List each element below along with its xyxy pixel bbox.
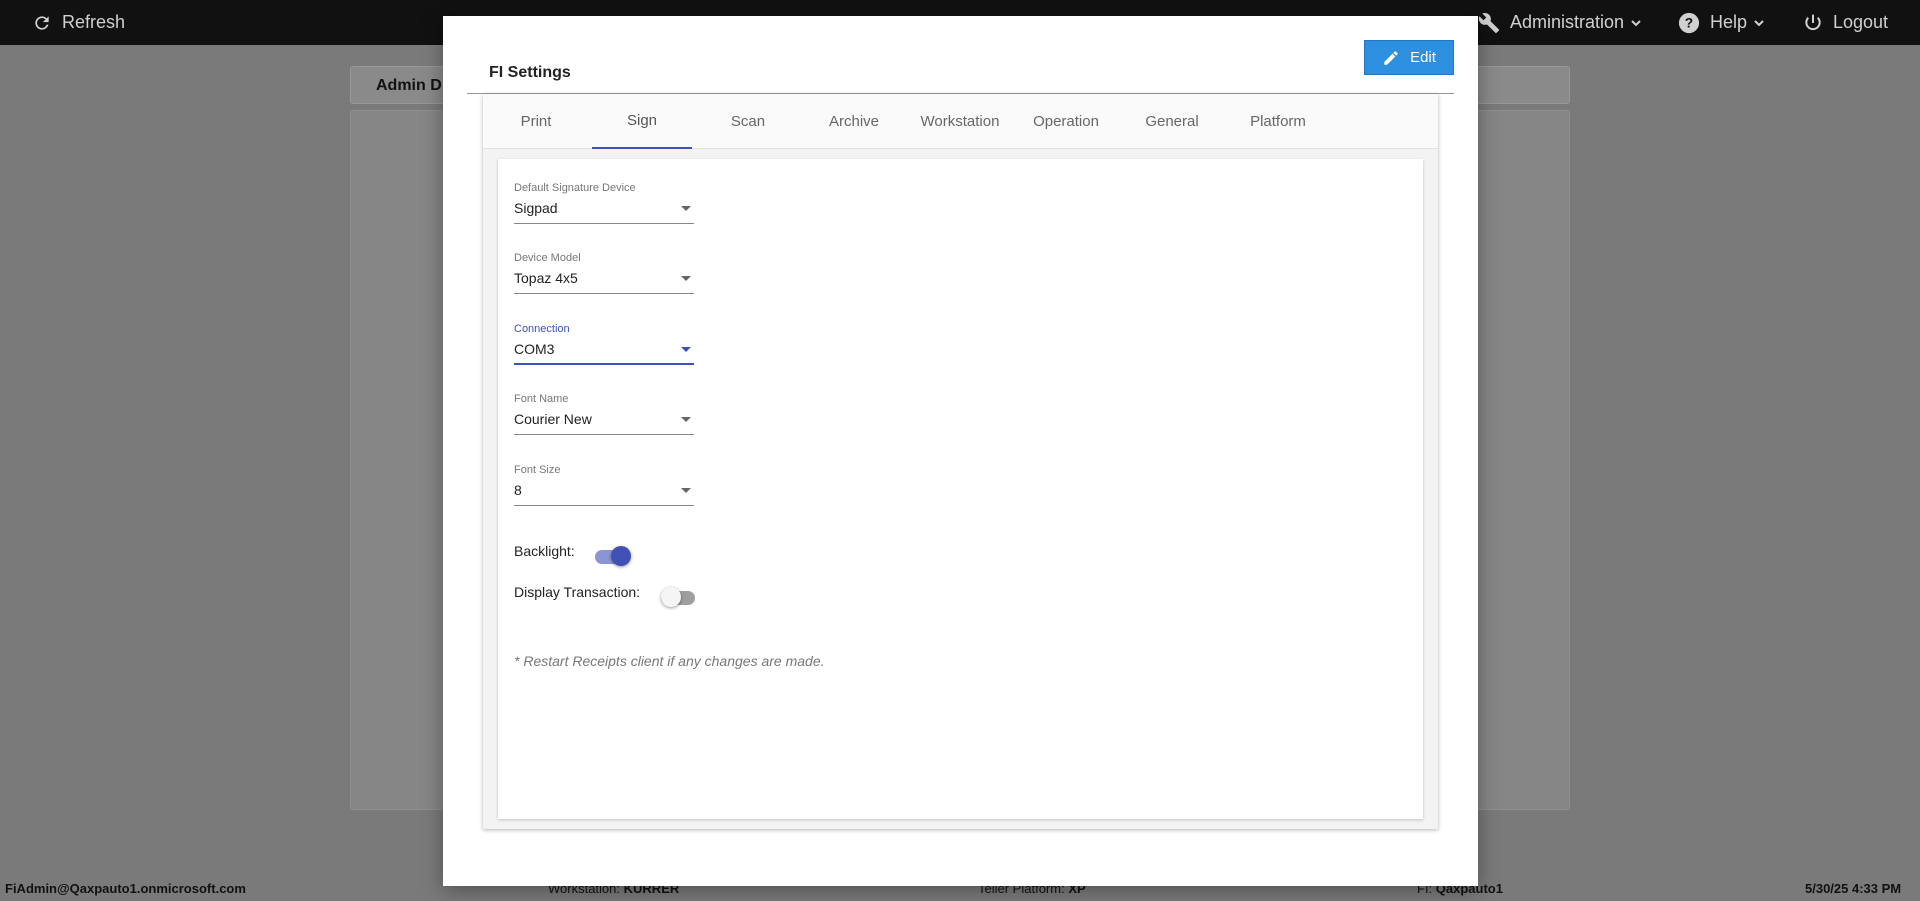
refresh-icon [35,15,49,30]
tab-scan[interactable]: Scan [698,94,798,149]
field-value: Topaz 4x5 [514,270,578,286]
restart-note: * Restart Receipts client if any changes… [514,653,825,669]
help-icon: ? [1678,12,1700,33]
pencil-icon [1384,50,1398,65]
dialog-header: FI Settings Edit [467,40,1454,94]
tab-print[interactable]: Print [486,94,586,149]
help-menu[interactable]: ? Help [1678,0,1775,45]
sign-settings-panel: Default Signature Device Sigpad Device M… [498,159,1423,819]
field-value: COM3 [514,341,555,357]
field-value: Sigpad [514,200,558,216]
toggle-knob [611,546,631,566]
fi-settings-dialog: FI Settings Edit Print Sign Scan Archive… [443,16,1478,886]
tab-sign[interactable]: Sign [592,94,692,149]
tab-archive[interactable]: Archive [804,94,904,149]
tab-workstation[interactable]: Workstation [910,94,1010,149]
default-signature-device-select[interactable]: Default Signature Device Sigpad [514,182,694,224]
help-label: Help [1710,12,1748,32]
tab-general[interactable]: General [1122,94,1222,149]
logout-button[interactable]: Logout [1803,0,1888,45]
logout-label: Logout [1833,12,1889,32]
field-label: Font Name [514,393,569,405]
power-icon [1805,14,1821,30]
field-value: Courier New [514,411,592,427]
wrench-icon [1478,12,1500,33]
device-model-select[interactable]: Device Model Topaz 4x5 [514,252,694,294]
tab-platform[interactable]: Platform [1228,94,1328,149]
dropdown-arrow-icon [681,276,691,281]
footer-datetime: 5/30/25 4:33 PM [1805,881,1902,896]
refresh-label: Refresh [62,12,126,32]
administration-label: Administration [1510,12,1625,32]
dialog-title: FI Settings [489,64,571,81]
dropdown-arrow-icon [681,488,691,493]
tab-operation[interactable]: Operation [1016,94,1116,149]
backlight-label: Backlight: [514,543,575,559]
edit-button[interactable]: Edit [1364,40,1454,75]
settings-tabs: Print Sign Scan Archive Workstation Oper… [483,94,1438,149]
dropdown-arrow-icon [681,417,691,422]
svg-text:?: ? [1685,15,1693,30]
dropdown-arrow-icon [681,206,691,211]
chevron-down-icon [1631,19,1641,26]
field-label: Connection [514,323,570,335]
toggle-knob [661,587,681,607]
display-transaction-label: Display Transaction: [514,584,641,600]
background-page-title: Admin D [376,77,442,94]
settings-card: Print Sign Scan Archive Workstation Oper… [483,94,1438,829]
chevron-down-icon [1754,19,1764,26]
field-label: Default Signature Device [514,182,636,194]
dropdown-arrow-icon [681,347,691,352]
footer-user: FiAdmin@Qaxpauto1.onmicrosoft.com [5,881,246,896]
field-label: Device Model [514,252,581,264]
field-value: 8 [514,482,522,498]
font-name-select[interactable]: Font Name Courier New [514,393,694,435]
administration-menu[interactable]: Administration [1478,0,1652,45]
refresh-button[interactable]: Refresh [32,0,125,45]
edit-label: Edit [1410,49,1436,66]
field-label: Font Size [514,464,561,476]
connection-select[interactable]: Connection COM3 [514,323,694,365]
font-size-select[interactable]: Font Size 8 [514,464,694,506]
